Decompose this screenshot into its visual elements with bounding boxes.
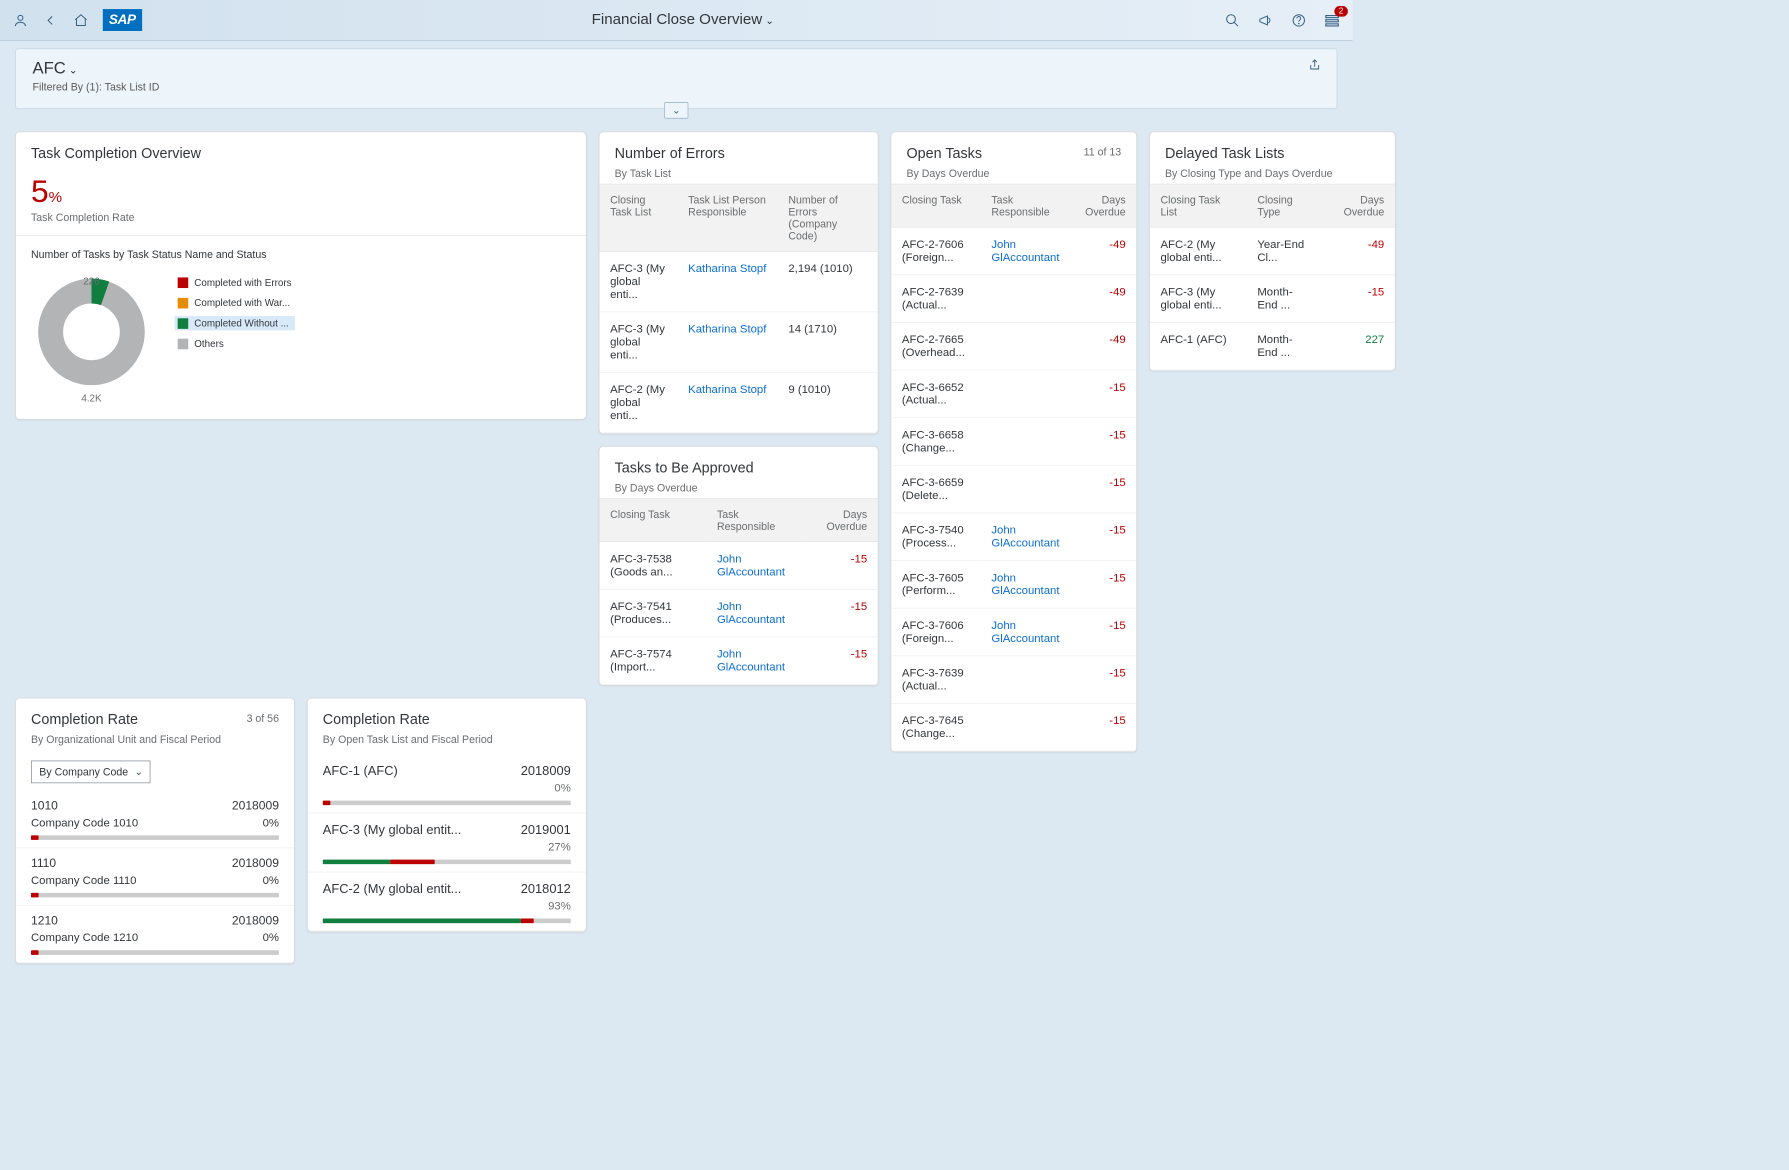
table-row[interactable]: AFC-3 (My global enti... Katharina Stopf… bbox=[600, 251, 878, 311]
col-header[interactable]: Days Overdue bbox=[1072, 184, 1136, 227]
chart-title: Number of Tasks by Task Status Name and … bbox=[16, 236, 586, 268]
list-item[interactable]: AFC-3 (My global entit...2019001 27% bbox=[308, 813, 586, 872]
col-header[interactable]: Task Responsible bbox=[706, 499, 806, 542]
page-title[interactable]: Financial Close Overview⌄ bbox=[142, 11, 1224, 28]
variant-selector[interactable]: AFC⌄ bbox=[33, 58, 1320, 78]
share-icon[interactable] bbox=[1308, 58, 1322, 75]
table-row[interactable]: AFC-2-7665 (Overhead... -49 bbox=[891, 322, 1136, 370]
table-row[interactable]: AFC-3-7574 (Import... John GlAccountant … bbox=[600, 637, 878, 685]
col-header[interactable]: Closing Type bbox=[1247, 184, 1320, 227]
card-count: 3 of 56 bbox=[247, 712, 279, 724]
col-header[interactable]: Days Overdue bbox=[1320, 184, 1395, 227]
card-subtitle: By Days Overdue bbox=[906, 167, 1121, 179]
table-row[interactable]: AFC-3-7540 (Process... John GlAccountant… bbox=[891, 513, 1136, 561]
notifications-icon[interactable] bbox=[1324, 12, 1341, 29]
user-icon[interactable] bbox=[12, 12, 29, 29]
card-title: Tasks to Be Approved bbox=[615, 460, 863, 477]
card-tasks-to-be-approved: Tasks to Be Approved By Days Overdue Clo… bbox=[599, 446, 879, 686]
list-item[interactable]: 11102018009 Company Code 11100% bbox=[16, 848, 294, 905]
table-row[interactable]: AFC-2 (My global enti...Year-End Cl...-4… bbox=[1150, 227, 1395, 275]
col-header[interactable]: Number of Errors (Company Code) bbox=[778, 184, 878, 251]
card-number-of-errors: Number of Errors By Task List Closing Ta… bbox=[599, 132, 879, 434]
table-row[interactable]: AFC-3-7645 (Change... -15 bbox=[891, 703, 1136, 751]
shell-header: SAP Financial Close Overview⌄ bbox=[0, 0, 1352, 41]
search-icon[interactable] bbox=[1224, 12, 1241, 29]
card-delayed-task-lists: Delayed Task Lists By Closing Type and D… bbox=[1149, 132, 1395, 372]
card-subtitle: By Days Overdue bbox=[615, 482, 863, 494]
filter-bar: AFC⌄ Filtered By (1): Task List ID ⌄ bbox=[15, 48, 1337, 108]
card-count: 11 of 13 bbox=[1084, 146, 1121, 158]
legend-item[interactable]: Others bbox=[175, 336, 295, 350]
card-subtitle: By Task List bbox=[615, 167, 863, 179]
card-title: Number of Errors bbox=[615, 146, 863, 163]
col-header[interactable]: Days Overdue bbox=[806, 499, 878, 542]
card-subtitle: By Open Task List and Fiscal Period bbox=[323, 733, 571, 745]
legend-item[interactable]: Completed with Errors bbox=[175, 275, 295, 289]
card-title: Task Completion Overview bbox=[31, 146, 571, 163]
list-item[interactable]: AFC-1 (AFC)2018009 0% bbox=[308, 754, 586, 813]
megaphone-icon[interactable] bbox=[1257, 12, 1274, 29]
table-row[interactable]: AFC-3-7538 (Goods an... John GlAccountan… bbox=[600, 542, 878, 590]
completion-percent: 5% bbox=[16, 167, 586, 209]
table-row[interactable]: AFC-3-7541 (Produces... John GlAccountan… bbox=[600, 589, 878, 637]
legend-item[interactable]: Completed with War... bbox=[175, 296, 295, 310]
table-row[interactable]: AFC-2-7606 (Foreign... John GlAccountant… bbox=[891, 227, 1136, 275]
chevron-down-icon: ⌄ bbox=[765, 14, 774, 26]
card-title: Completion Rate bbox=[323, 712, 571, 729]
legend-item[interactable]: Completed Without ... bbox=[175, 316, 295, 330]
table-row[interactable]: AFC-3 (My global enti... Katharina Stopf… bbox=[600, 312, 878, 372]
table-row[interactable]: AFC-3-7605 (Perform... John GlAccountant… bbox=[891, 561, 1136, 609]
table-row[interactable]: AFC-3-6658 (Change... -15 bbox=[891, 418, 1136, 466]
list-item[interactable]: AFC-2 (My global entit...2018012 93% bbox=[308, 872, 586, 931]
table-row[interactable]: AFC-2-7639 (Actual... -49 bbox=[891, 275, 1136, 323]
table-row[interactable]: AFC-3-6652 (Actual... -15 bbox=[891, 370, 1136, 418]
col-header[interactable]: Closing Task bbox=[600, 499, 707, 542]
list-item[interactable]: 12102018009 Company Code 12100% bbox=[16, 906, 294, 963]
table-row[interactable]: AFC-3-6659 (Delete... -15 bbox=[891, 465, 1136, 513]
card-subtitle: By Closing Type and Days Overdue bbox=[1165, 167, 1380, 179]
card-title: Completion Rate bbox=[31, 712, 279, 729]
list-item[interactable]: 10102018009 Company Code 10100% bbox=[16, 791, 294, 848]
back-icon[interactable] bbox=[42, 12, 59, 29]
col-header[interactable]: Closing Task List bbox=[600, 184, 678, 251]
col-header[interactable]: Closing Task List bbox=[1150, 184, 1247, 227]
table-row[interactable]: AFC-3 (My global enti...Month-End ...-15 bbox=[1150, 275, 1395, 323]
card-title: Delayed Task Lists bbox=[1165, 146, 1380, 163]
sap-logo: SAP bbox=[103, 9, 142, 31]
card-completion-rate-org: 3 of 56 Completion Rate By Organizationa… bbox=[15, 698, 295, 964]
card-subtitle: By Organizational Unit and Fiscal Period bbox=[31, 733, 279, 745]
expand-filter-button[interactable]: ⌄ bbox=[664, 102, 689, 119]
help-icon[interactable] bbox=[1290, 12, 1307, 29]
col-header[interactable]: Task Responsible bbox=[981, 184, 1072, 227]
donut-chart[interactable]: 226 4.2K bbox=[31, 275, 152, 404]
table-row[interactable]: AFC-1 (AFC)Month-End ...227 bbox=[1150, 322, 1395, 370]
col-header[interactable]: Closing Task bbox=[891, 184, 980, 227]
group-by-select[interactable]: By Company Code bbox=[31, 761, 150, 784]
col-header[interactable]: Task List Person Responsible bbox=[678, 184, 778, 251]
card-open-tasks: 11 of 13 Open Tasks By Days Overdue Clos… bbox=[891, 132, 1137, 753]
chevron-down-icon: ⌄ bbox=[69, 64, 78, 76]
card-completion-rate-list: Completion Rate By Open Task List and Fi… bbox=[307, 698, 587, 932]
table-row[interactable]: AFC-3-7639 (Actual... -15 bbox=[891, 656, 1136, 704]
filter-summary: Filtered By (1): Task List ID bbox=[33, 81, 1320, 93]
chart-legend: Completed with Errors Completed with War… bbox=[175, 275, 295, 404]
table-row[interactable]: AFC-2 (My global enti... Katharina Stopf… bbox=[600, 372, 878, 432]
rate-label: Task Completion Rate bbox=[16, 209, 586, 235]
table-row[interactable]: AFC-3-7606 (Foreign... John GlAccountant… bbox=[891, 608, 1136, 656]
home-icon[interactable] bbox=[73, 12, 90, 29]
card-task-completion-overview: Task Completion Overview 5% Task Complet… bbox=[15, 132, 587, 420]
